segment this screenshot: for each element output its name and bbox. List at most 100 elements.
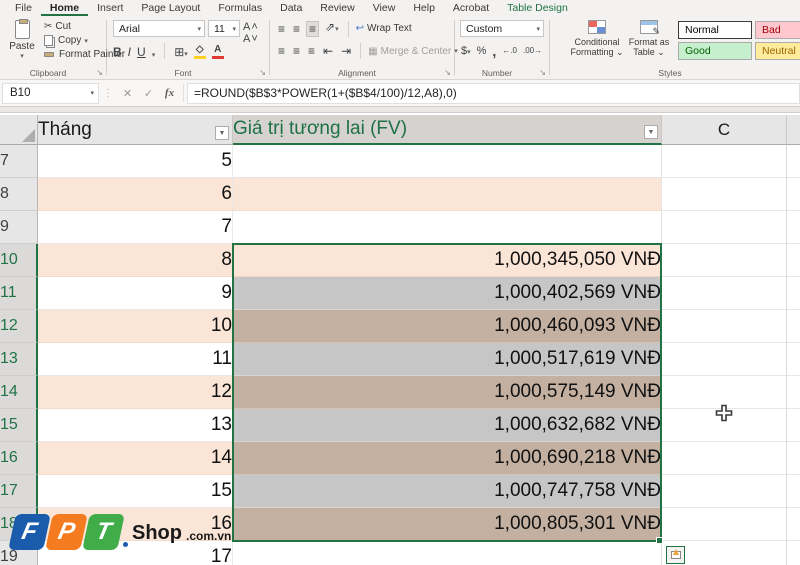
grow-shrink-font-buttons[interactable]: A˄ A˅ bbox=[243, 21, 269, 45]
style-bad[interactable]: Bad bbox=[755, 21, 800, 39]
tab-table-design[interactable]: Table Design bbox=[498, 1, 577, 16]
filter-button[interactable]: ▼ bbox=[644, 125, 658, 139]
row-header[interactable]: 8 bbox=[0, 178, 38, 211]
cell-fv[interactable] bbox=[233, 211, 662, 244]
tab-home[interactable]: Home bbox=[40, 1, 89, 16]
cell-month[interactable]: 9 bbox=[38, 277, 233, 310]
row-header[interactable]: 15 bbox=[0, 409, 38, 442]
accounting-format-button[interactable]: $▾ bbox=[461, 45, 471, 57]
fill-color-button[interactable]: ◇ bbox=[193, 45, 206, 59]
insert-function-button[interactable]: fx bbox=[159, 87, 180, 99]
tab-page-layout[interactable]: Page Layout bbox=[132, 1, 209, 16]
cell-empty[interactable] bbox=[662, 244, 787, 277]
cell-month[interactable]: 5 bbox=[38, 145, 233, 178]
cell-empty[interactable] bbox=[662, 310, 787, 343]
filter-button[interactable]: ▼ bbox=[215, 126, 229, 140]
cell-month[interactable]: 14 bbox=[38, 442, 233, 475]
font-color-button[interactable]: A bbox=[211, 45, 224, 59]
cell-fv[interactable]: 1,000,517,619 VNĐ bbox=[233, 343, 662, 376]
tab-formulas[interactable]: Formulas bbox=[209, 1, 271, 16]
fill-handle[interactable] bbox=[656, 537, 663, 544]
cell-empty[interactable] bbox=[662, 211, 787, 244]
row-header[interactable]: 10 bbox=[0, 244, 38, 277]
cell-empty[interactable] bbox=[662, 475, 787, 508]
tab-insert[interactable]: Insert bbox=[88, 1, 132, 16]
middle-align-button[interactable]: ≡ bbox=[291, 22, 302, 36]
align-right-button[interactable]: ≡ bbox=[306, 44, 317, 58]
cell-empty[interactable] bbox=[662, 442, 787, 475]
row-header[interactable]: 12 bbox=[0, 310, 38, 343]
borders-button[interactable]: ⊞▾ bbox=[174, 45, 188, 59]
cell-month[interactable]: 7 bbox=[38, 211, 233, 244]
style-good[interactable]: Good bbox=[678, 42, 752, 60]
italic-button[interactable]: I bbox=[128, 45, 131, 59]
active-cell-fv[interactable]: 1,000,345,050 VNĐ bbox=[233, 244, 662, 277]
paste-dropdown-icon[interactable]: ▾ bbox=[20, 52, 24, 60]
cell-empty[interactable] bbox=[662, 409, 787, 442]
row-header[interactable]: 17 bbox=[0, 475, 38, 508]
select-all-button[interactable] bbox=[0, 115, 38, 145]
cell-empty[interactable] bbox=[662, 343, 787, 376]
paste-button[interactable]: Paste ▾ bbox=[5, 19, 39, 68]
cell-fv[interactable]: 1,000,402,569 VNĐ bbox=[233, 277, 662, 310]
cell-month[interactable]: 10 bbox=[38, 310, 233, 343]
column-header-d[interactable] bbox=[787, 115, 800, 145]
copy-dropdown-icon[interactable]: ▾ bbox=[84, 37, 88, 45]
quick-analysis-button[interactable] bbox=[666, 546, 685, 564]
cell-empty[interactable] bbox=[662, 178, 787, 211]
tab-review[interactable]: Review bbox=[311, 1, 363, 16]
font-name-combo[interactable]: Arial ▾ bbox=[113, 20, 205, 37]
cell-empty[interactable] bbox=[662, 145, 787, 178]
style-neutral[interactable]: Neutral bbox=[755, 42, 800, 60]
merge-center-button[interactable]: ▦ Merge & Center ▾ bbox=[368, 46, 458, 57]
cell-fv[interactable]: 1,000,575,149 VNĐ bbox=[233, 376, 662, 409]
cell-month[interactable]: 11 bbox=[38, 343, 233, 376]
cell-month[interactable]: 15 bbox=[38, 475, 233, 508]
style-normal[interactable]: Normal bbox=[678, 21, 752, 39]
cell-month[interactable]: 12 bbox=[38, 376, 233, 409]
cell-fv[interactable]: 1,000,632,682 VNĐ bbox=[233, 409, 662, 442]
top-align-button[interactable]: ≡ bbox=[276, 22, 287, 36]
decrease-indent-button[interactable]: ⇤ bbox=[321, 44, 335, 58]
enter-button[interactable]: ✓ bbox=[138, 87, 159, 100]
bold-button[interactable]: B bbox=[113, 45, 122, 59]
tab-acrobat[interactable]: Acrobat bbox=[444, 1, 498, 16]
row-header[interactable]: 7 bbox=[0, 145, 38, 178]
formula-input[interactable]: =ROUND($B$3*POWER(1+($B$4/100)/12,A8),0) bbox=[187, 82, 800, 104]
alignment-dialog-launcher[interactable]: ↘ bbox=[444, 68, 451, 77]
cell-month[interactable]: 6 bbox=[38, 178, 233, 211]
row-header[interactable]: 14 bbox=[0, 376, 38, 409]
cell-empty[interactable] bbox=[662, 376, 787, 409]
cancel-button[interactable]: ✕ bbox=[117, 87, 138, 100]
tab-file[interactable]: File bbox=[6, 1, 41, 16]
column-header-c[interactable]: C bbox=[662, 115, 787, 145]
cell-fv[interactable]: 1,000,747,758 VNĐ bbox=[233, 475, 662, 508]
underline-dropdown-icon[interactable]: ▾ bbox=[152, 51, 156, 59]
font-size-combo[interactable]: 11 ▾ bbox=[208, 20, 240, 37]
cell-fv[interactable] bbox=[233, 541, 662, 565]
format-as-table-button[interactable]: Format as Table ⌄ bbox=[626, 20, 672, 58]
bottom-align-button[interactable]: ≡ bbox=[306, 20, 320, 37]
cell-fv[interactable]: 1,000,690,218 VNĐ bbox=[233, 442, 662, 475]
cell-fv[interactable] bbox=[233, 145, 662, 178]
orientation-button[interactable]: ⇗▾ bbox=[323, 20, 341, 37]
clipboard-dialog-launcher[interactable]: ↘ bbox=[96, 68, 103, 77]
number-format-combo[interactable]: Custom ▾ bbox=[460, 20, 544, 37]
row-header[interactable]: 11 bbox=[0, 277, 38, 310]
tab-view[interactable]: View bbox=[364, 1, 405, 16]
name-box[interactable]: B10 ▾ bbox=[2, 82, 99, 104]
decrease-decimal-button[interactable]: .00→ bbox=[523, 47, 542, 55]
row-header[interactable]: 16 bbox=[0, 442, 38, 475]
cell-fv[interactable]: 1,000,460,093 VNĐ bbox=[233, 310, 662, 343]
chevron-down-icon[interactable]: ▾ bbox=[90, 89, 94, 97]
number-dialog-launcher[interactable]: ↘ bbox=[539, 68, 546, 77]
align-center-button[interactable]: ≡ bbox=[291, 44, 302, 58]
underline-button[interactable]: U bbox=[137, 45, 146, 59]
cell-empty[interactable] bbox=[662, 277, 787, 310]
increase-indent-button[interactable]: ⇥ bbox=[339, 44, 353, 58]
cell-fv[interactable]: 1,000,805,301 VNĐ bbox=[233, 508, 662, 541]
wrap-text-button[interactable]: ↩ Wrap Text bbox=[356, 23, 412, 34]
cell-empty[interactable] bbox=[662, 508, 787, 541]
cell-fv[interactable] bbox=[233, 178, 662, 211]
row-header[interactable]: 9 bbox=[0, 211, 38, 244]
